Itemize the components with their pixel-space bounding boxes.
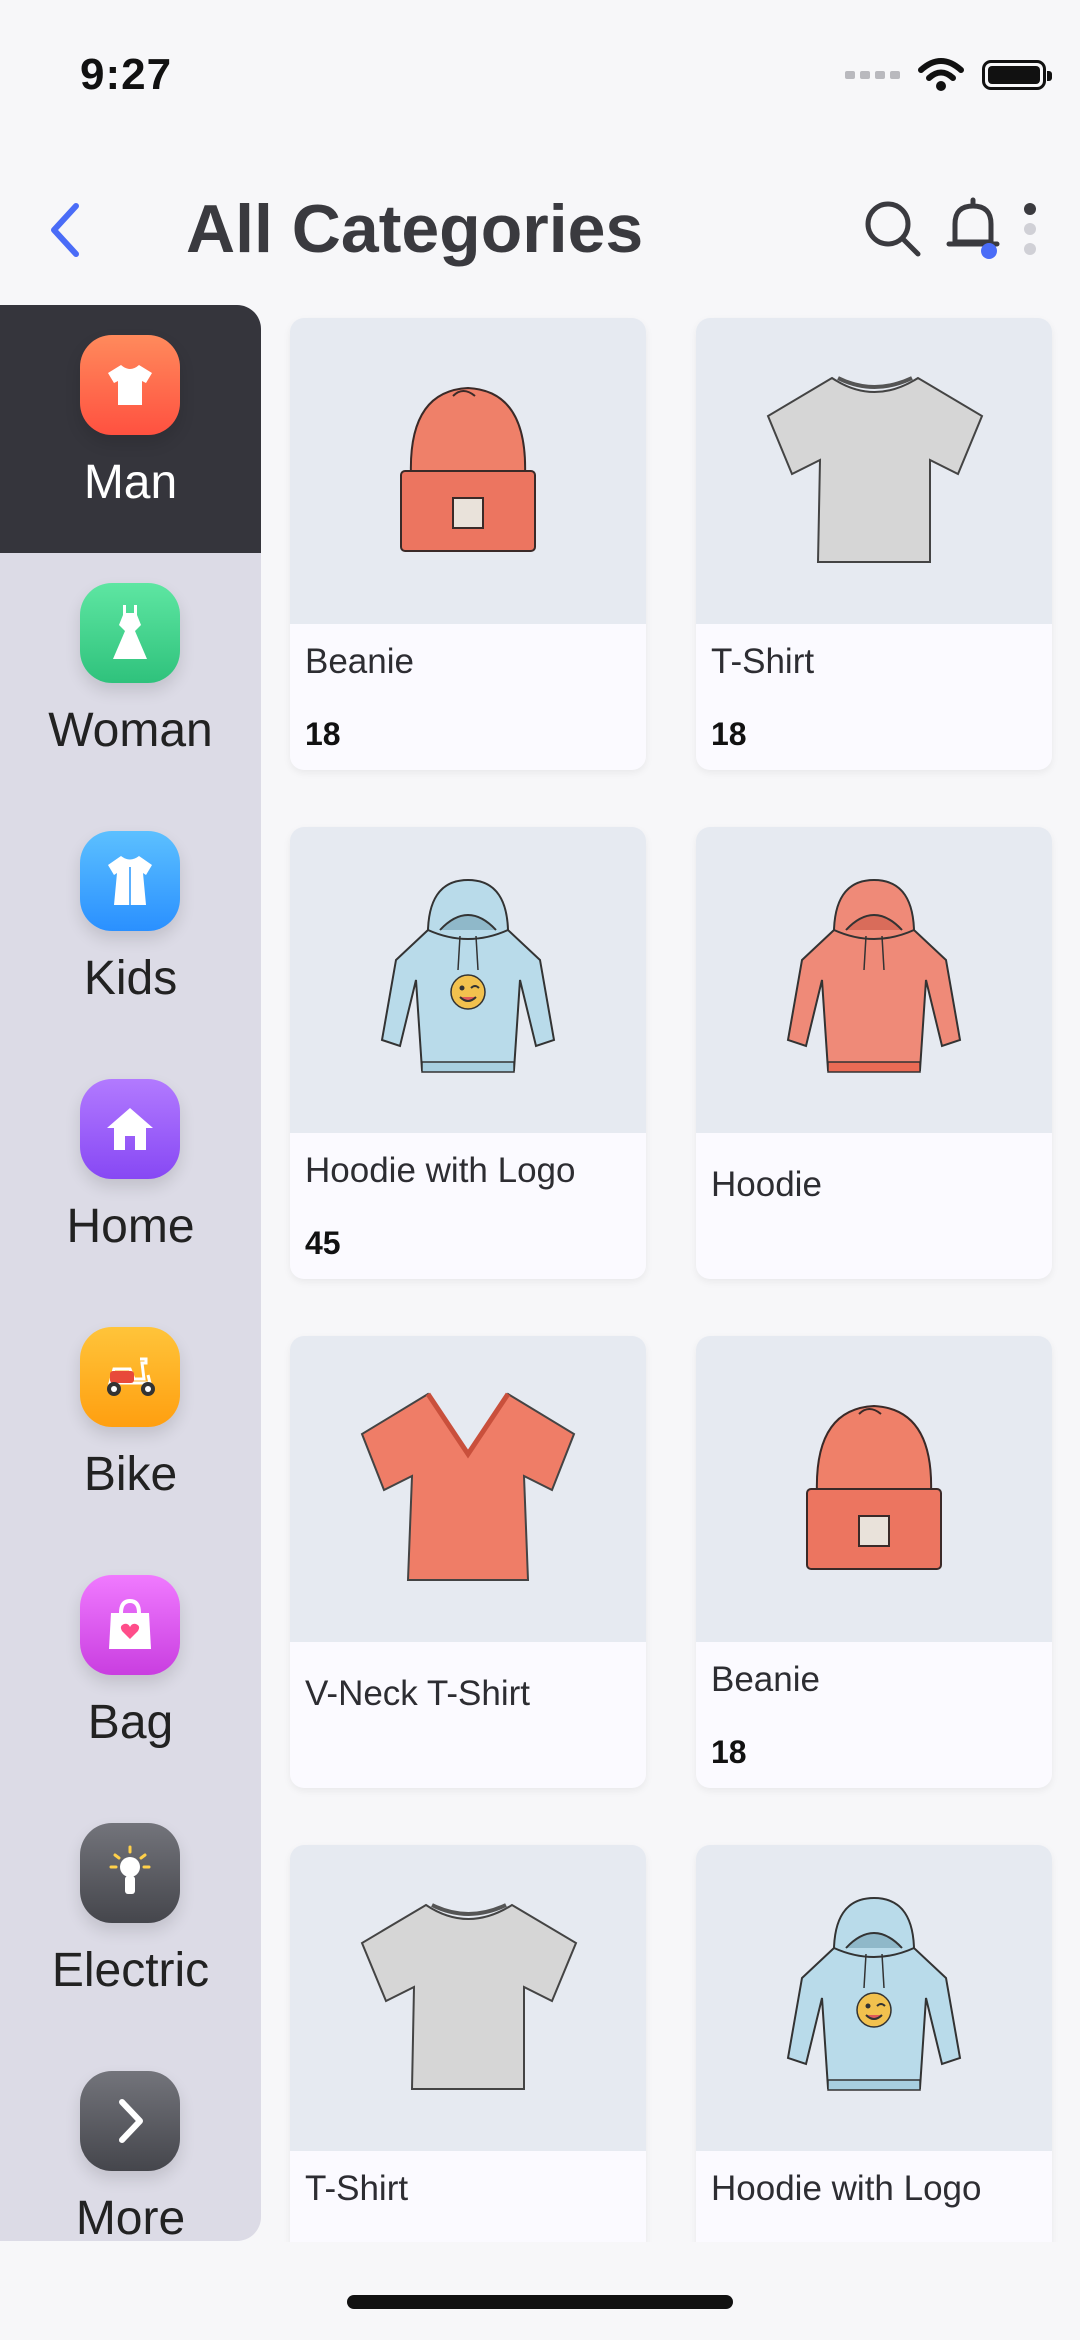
category-kids[interactable]: Kids bbox=[0, 801, 261, 1049]
product-image bbox=[290, 318, 646, 624]
product-card[interactable]: Hoodie bbox=[696, 827, 1052, 1279]
product-name: Hoodie with Logo bbox=[305, 1151, 576, 1190]
product-card[interactable]: Hoodie with Logo bbox=[696, 1845, 1052, 2297]
category-bike[interactable]: Bike bbox=[0, 1297, 261, 1545]
lightbulb-icon bbox=[80, 1823, 180, 1923]
category-woman[interactable]: Woman bbox=[0, 553, 261, 801]
product-name: Beanie bbox=[305, 642, 414, 681]
category-home[interactable]: Home bbox=[0, 1049, 261, 1297]
product-card[interactable]: Beanie 18 bbox=[290, 318, 646, 770]
bottom-safe-area bbox=[0, 2242, 1080, 2340]
category-label: Kids bbox=[83, 952, 178, 1005]
product-image bbox=[290, 1336, 646, 1642]
category-label: Bag bbox=[87, 1696, 174, 1749]
page-title: All Categories bbox=[186, 191, 644, 267]
product-image bbox=[696, 1845, 1052, 2151]
product-count: 18 bbox=[711, 1734, 747, 1770]
category-sidebar: Man Woman Kids Home Bike Bag Electric Mo… bbox=[0, 305, 261, 2241]
battery-icon bbox=[982, 60, 1052, 90]
chevron-left-icon bbox=[51, 203, 79, 257]
category-bag[interactable]: Bag bbox=[0, 1545, 261, 1793]
product-card[interactable]: V-Neck T-Shirt bbox=[290, 1336, 646, 1788]
tshirt-illustration bbox=[360, 1903, 578, 2090]
more-options-button[interactable] bbox=[1010, 194, 1050, 264]
home-indicator[interactable] bbox=[347, 2295, 733, 2309]
search-button[interactable] bbox=[858, 194, 928, 264]
beanie-illustration bbox=[400, 386, 536, 552]
category-label: Woman bbox=[48, 704, 213, 757]
shopping-bag-icon bbox=[80, 1575, 180, 1675]
house-icon bbox=[80, 1079, 180, 1179]
product-image bbox=[696, 1336, 1052, 1642]
hoodie-logo-illustration bbox=[380, 878, 556, 1073]
product-count: 18 bbox=[305, 716, 341, 752]
category-more[interactable]: More bbox=[0, 2041, 261, 2241]
product-card[interactable]: T-Shirt bbox=[290, 1845, 646, 2297]
product-count: 45 bbox=[305, 1225, 341, 1261]
beanie-illustration bbox=[806, 1404, 942, 1570]
product-name: T-Shirt bbox=[711, 642, 815, 681]
status-time: 9:27 bbox=[80, 50, 173, 99]
product-card[interactable]: T-Shirt 18 bbox=[696, 318, 1052, 770]
category-label: Bike bbox=[83, 1448, 178, 1501]
tshirt-illustration bbox=[766, 376, 984, 563]
category-man[interactable]: Man bbox=[0, 305, 261, 553]
product-name: Hoodie with Logo bbox=[711, 2169, 982, 2208]
product-card[interactable]: Beanie 18 bbox=[696, 1336, 1052, 1788]
product-image bbox=[290, 827, 646, 1133]
cellular-signal-icon bbox=[845, 71, 900, 79]
product-name: Beanie bbox=[711, 1660, 820, 1699]
status-icons bbox=[845, 58, 1052, 92]
category-label: Electric bbox=[51, 1944, 210, 1997]
top-app-bar: All Categories bbox=[0, 150, 1080, 300]
category-electric[interactable]: Electric bbox=[0, 1793, 261, 2041]
product-name: V-Neck T-Shirt bbox=[305, 1674, 530, 1713]
product-image bbox=[696, 318, 1052, 624]
scooter-icon bbox=[80, 1327, 180, 1427]
product-name: Hoodie bbox=[711, 1165, 822, 1204]
dress-icon bbox=[80, 583, 180, 683]
product-name: T-Shirt bbox=[305, 2169, 409, 2208]
tshirt-icon bbox=[80, 335, 180, 435]
vneck-tshirt-illustration bbox=[360, 1392, 576, 1581]
category-label: More bbox=[75, 2192, 186, 2241]
category-label: Man bbox=[83, 456, 178, 509]
back-button[interactable] bbox=[36, 200, 96, 260]
bell-icon bbox=[946, 197, 1000, 259]
category-label: Home bbox=[66, 1200, 195, 1253]
product-card[interactable]: Hoodie with Logo 45 bbox=[290, 827, 646, 1279]
wifi-icon bbox=[918, 58, 964, 91]
status-bar: 9:27 bbox=[0, 0, 1080, 150]
product-image bbox=[290, 1845, 646, 2151]
product-count: 18 bbox=[711, 716, 747, 752]
notifications-button[interactable] bbox=[938, 194, 1008, 264]
chevron-right-icon bbox=[80, 2071, 180, 2171]
hoodie-logo-illustration bbox=[786, 1896, 962, 2091]
hoodie-illustration bbox=[786, 878, 962, 1073]
search-icon bbox=[865, 201, 921, 257]
kids-clothes-icon bbox=[80, 831, 180, 931]
more-vertical-icon bbox=[1024, 203, 1036, 255]
product-image bbox=[696, 827, 1052, 1133]
